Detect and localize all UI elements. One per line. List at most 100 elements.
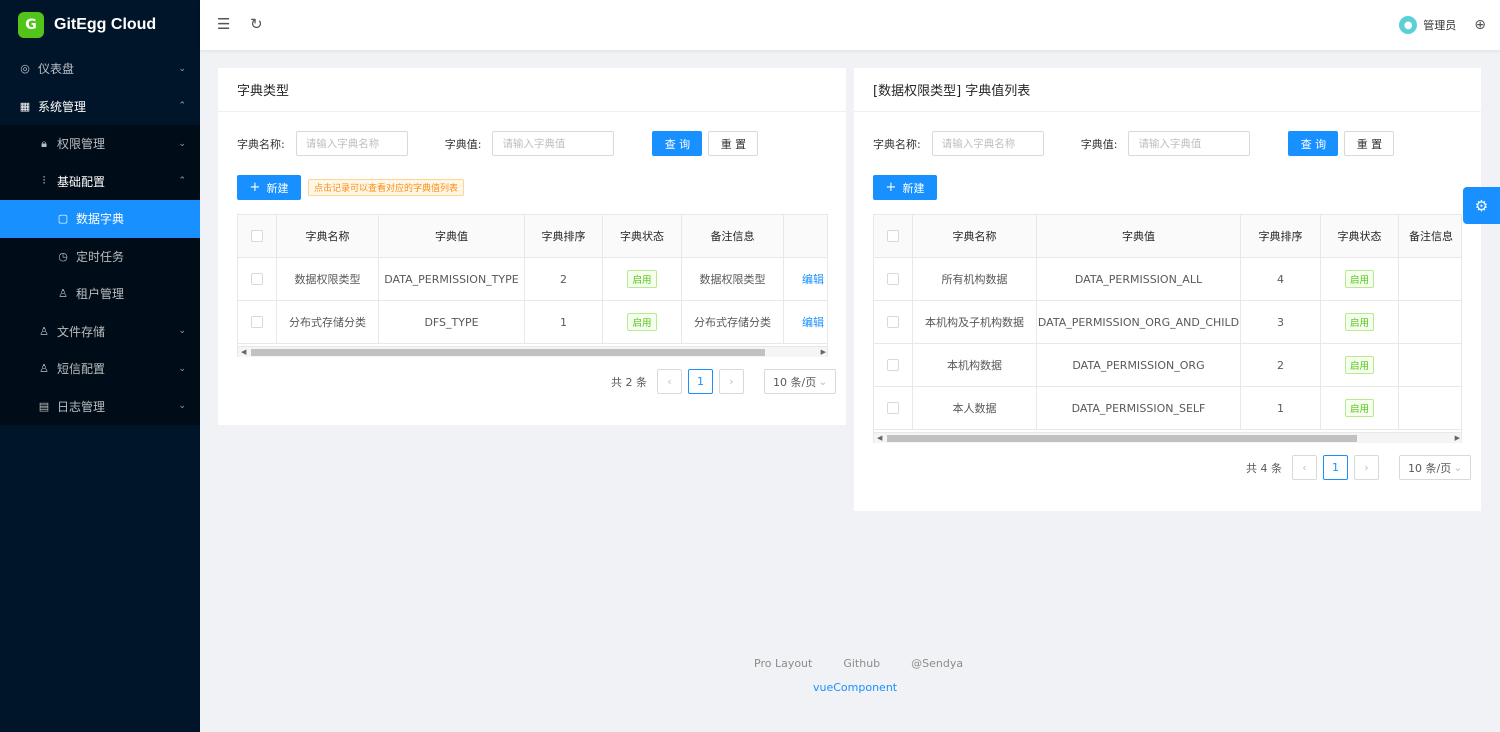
cell-status: 启用 (603, 258, 682, 300)
sidebar-item-label: 租户管理 (76, 287, 125, 302)
footer-link-github[interactable]: Github (843, 657, 880, 670)
page-size-label: 10 条/页 (1408, 461, 1452, 475)
table-row[interactable]: 所有机构数据 DATA_PERMISSION_ALL 4 启用 (874, 258, 1461, 301)
page-button[interactable]: 1 (688, 369, 713, 394)
reset-button[interactable]: 重 置 (1344, 131, 1395, 156)
scroll-right-icon[interactable]: ▶ (821, 347, 826, 357)
sidebar-item-label: 系统管理 (38, 99, 87, 114)
prev-page-button[interactable]: ‹ (1292, 455, 1317, 480)
dict-name-input[interactable]: 请输入字典名称 (931, 131, 1044, 156)
col-header: 字典排序 (1241, 215, 1321, 257)
sidebar-item-system[interactable]: ▦ 系统管理 ⌃ (0, 88, 200, 126)
cell-status: 启用 (1321, 258, 1399, 300)
table-row[interactable]: 分布式存储分类 DFS_TYPE 1 启用 分布式存储分类 编辑 (238, 301, 827, 344)
dict-value-input[interactable]: 请输入字典值 (1128, 131, 1251, 156)
cell-action: 编辑 (784, 258, 827, 300)
select-all-checkbox[interactable] (874, 215, 913, 257)
row-checkbox[interactable] (874, 301, 913, 343)
sidebar-item-sms[interactable]: ♙ 短信配置 ⌄ (0, 350, 200, 388)
user-icon: ♙ (39, 324, 49, 338)
app-name: GitEgg Cloud (54, 16, 157, 33)
cell-sort: 4 (1241, 258, 1321, 300)
edit-link[interactable]: 编辑 (802, 314, 824, 330)
select-all-checkbox[interactable] (238, 215, 277, 257)
col-header: 字典状态 (1321, 215, 1399, 257)
page-size-label: 10 条/页 (773, 375, 817, 389)
sidebar-item-data-dict[interactable]: ▢ 数据字典 (0, 200, 200, 238)
footer-links: Pro Layout Github @Sendya (754, 657, 994, 670)
prev-page-button[interactable]: ‹ (657, 369, 682, 394)
chevron-down-icon: ⌄ (178, 326, 186, 337)
new-button[interactable]: + 新建 (237, 175, 301, 200)
col-header: 字典名称 (913, 215, 1037, 257)
chevron-up-icon: ⌃ (178, 101, 186, 112)
scroll-right-icon[interactable]: ▶ (1455, 433, 1460, 443)
table-row[interactable]: 数据权限类型 DATA_PERMISSION_TYPE 2 启用 数据权限类型 … (238, 258, 827, 301)
lock-icon: 🔒︎ (41, 136, 47, 150)
page-size-select[interactable]: 10 条/页 ⌄ (764, 369, 837, 394)
settings-drawer-button[interactable]: ⚙ (1463, 187, 1500, 224)
sidebar-item-file-storage[interactable]: ♙ 文件存储 ⌄ (0, 312, 200, 350)
horizontal-scrollbar[interactable]: ◀ ▶ (238, 346, 827, 357)
scroll-left-icon[interactable]: ◀ (877, 433, 882, 443)
dict-name-input[interactable]: 请输入字典名称 (295, 131, 408, 156)
edit-link[interactable]: 编辑 (802, 271, 824, 287)
sidebar-item-basic-config[interactable]: ⫶ 基础配置 ⌃ (0, 162, 200, 200)
reset-button[interactable]: 重 置 (708, 131, 759, 156)
cell-value: DFS_TYPE (379, 301, 525, 343)
card-title: 字典类型 (218, 68, 846, 112)
chevron-down-icon: ⌄ (178, 138, 186, 149)
query-button[interactable]: 查 询 (1288, 131, 1339, 156)
footer-vue-component[interactable]: vueComponent (813, 681, 897, 694)
sidebar-item-dashboard[interactable]: ◎ 仪表盘 ⌄ (0, 50, 200, 88)
row-checkbox[interactable] (238, 301, 277, 343)
cell-remark (1399, 387, 1461, 429)
next-page-button[interactable]: › (1354, 455, 1379, 480)
chevron-down-icon: ⌄ (178, 363, 186, 374)
horizontal-scrollbar[interactable]: ◀ ▶ (874, 432, 1461, 443)
avatar[interactable]: ● (1399, 16, 1418, 34)
table-row[interactable]: 本人数据 DATA_PERMISSION_SELF 1 启用 (874, 387, 1461, 430)
sidebar-item-log[interactable]: ▤ 日志管理 ⌄ (0, 387, 200, 425)
scroll-left-icon[interactable]: ◀ (241, 347, 246, 357)
row-checkbox[interactable] (874, 387, 913, 429)
dict-type-table: 字典名称 字典值 字典排序 字典状态 备注信息 操 数据权限类型 DATA_PE… (237, 214, 828, 357)
logo[interactable]: G GitEgg Cloud (0, 0, 200, 50)
sidebar-item-timer-task[interactable]: ◷ 定时任务 (0, 237, 200, 275)
row-checkbox[interactable] (874, 344, 913, 386)
scroll-thumb[interactable] (887, 435, 1357, 442)
page-button[interactable]: 1 (1323, 455, 1348, 480)
globe-icon[interactable]: ⊕ (1474, 17, 1486, 33)
cell-remark (1399, 344, 1461, 386)
chevron-down-icon: ⌄ (178, 63, 186, 74)
menu-fold-icon[interactable]: ☰ (217, 15, 230, 33)
cell-value: DATA_PERMISSION_ALL (1037, 258, 1241, 300)
footer-link-sendya[interactable]: @Sendya (911, 657, 963, 670)
cell-status: 启用 (1321, 387, 1399, 429)
scroll-thumb[interactable] (251, 349, 765, 356)
dict-value-label: 字典值: (444, 137, 482, 151)
next-page-button[interactable]: › (719, 369, 744, 394)
footer-link-pro-layout[interactable]: Pro Layout (754, 657, 812, 670)
reload-icon[interactable]: ↻ (250, 15, 263, 33)
new-button[interactable]: + 新建 (873, 175, 937, 200)
dict-value-input[interactable]: 请输入字典值 (492, 131, 615, 156)
file-icon: ▢ (57, 212, 69, 226)
table-row[interactable]: 本机构及子机构数据 DATA_PERMISSION_ORG_AND_CHILD … (874, 301, 1461, 344)
cell-sort: 2 (1241, 344, 1321, 386)
page-size-select[interactable]: 10 条/页 ⌄ (1399, 455, 1472, 480)
table-header: 字典名称 字典值 字典排序 字典状态 备注信息 操 (238, 215, 827, 258)
row-checkbox[interactable] (874, 258, 913, 300)
dict-name-label: 字典名称: (237, 137, 285, 151)
cell-name: 本机构数据 (913, 344, 1037, 386)
header-right: ● 管理员 ⊕ (1399, 0, 1486, 50)
table-row[interactable]: 本机构数据 DATA_PERMISSION_ORG 2 启用 (874, 344, 1461, 387)
sidebar-item-permission[interactable]: 🔒︎ 权限管理 ⌄ (0, 125, 200, 163)
col-header: 备注信息 (1409, 230, 1453, 243)
query-button[interactable]: 查 询 (652, 131, 703, 156)
username[interactable]: 管理员 (1423, 17, 1456, 33)
cell-remark: 分布式存储分类 (682, 301, 784, 343)
row-checkbox[interactable] (238, 258, 277, 300)
system-icon: ▦ (19, 99, 31, 113)
sidebar-item-tenant[interactable]: ♙ 租户管理 (0, 275, 200, 313)
